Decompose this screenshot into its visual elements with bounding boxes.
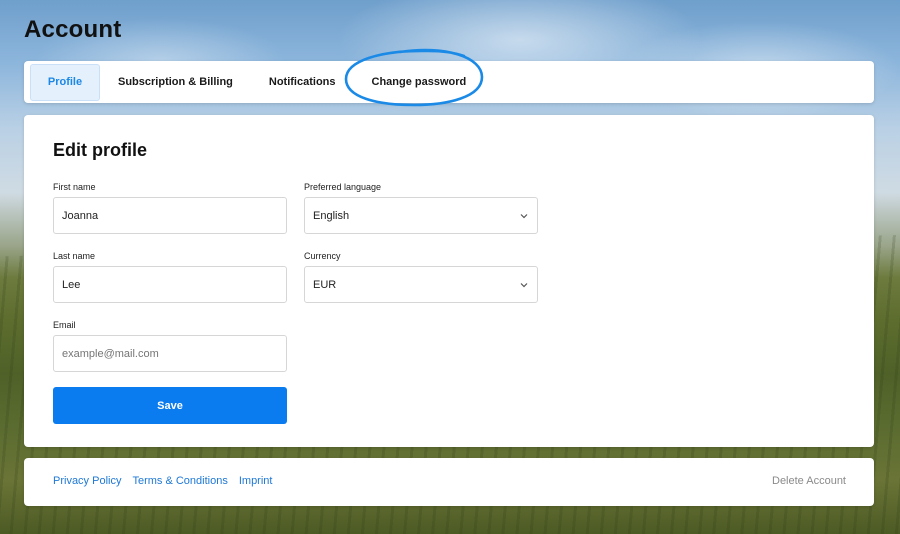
first-name-field[interactable] — [53, 197, 287, 234]
tab-change-password[interactable]: Change password — [354, 64, 485, 101]
chevron-down-icon — [519, 211, 529, 221]
tab-subscription-billing[interactable]: Subscription & Billing — [100, 64, 251, 101]
footer-links: Privacy Policy Terms & Conditions Imprin… — [53, 475, 272, 487]
last-name-input[interactable] — [62, 278, 278, 291]
privacy-policy-link[interactable]: Privacy Policy — [53, 475, 121, 487]
save-button[interactable]: Save — [53, 387, 287, 424]
currency-select[interactable]: EUR — [304, 266, 538, 303]
terms-conditions-link[interactable]: Terms & Conditions — [132, 475, 227, 487]
last-name-field[interactable] — [53, 266, 287, 303]
currency-value: EUR — [313, 278, 337, 291]
last-name-label: Last name — [53, 251, 96, 261]
currency-label: Currency — [304, 251, 341, 261]
imprint-link[interactable]: Imprint — [239, 475, 273, 487]
email-field[interactable] — [53, 335, 287, 372]
chevron-down-icon — [519, 280, 529, 290]
tab-notifications[interactable]: Notifications — [251, 64, 354, 101]
edit-profile-card: Edit profile First name Preferred langua… — [24, 115, 874, 447]
email-label: Email — [53, 320, 76, 330]
section-title: Edit profile — [53, 140, 147, 160]
preferred-language-label: Preferred language — [304, 182, 382, 192]
tab-profile[interactable]: Profile — [30, 63, 100, 101]
preferred-language-select[interactable]: English — [304, 197, 538, 234]
tab-bar: Profile Subscription & Billing Notificat… — [24, 48, 874, 107]
page-title: Account — [24, 16, 122, 43]
email-input[interactable] — [62, 347, 278, 360]
first-name-input[interactable] — [62, 209, 278, 222]
preferred-language-value: English — [313, 209, 350, 222]
first-name-label: First name — [53, 182, 96, 192]
delete-account-link[interactable]: Delete Account — [772, 475, 846, 487]
footer: Privacy Policy Terms & Conditions Imprin… — [24, 458, 874, 506]
